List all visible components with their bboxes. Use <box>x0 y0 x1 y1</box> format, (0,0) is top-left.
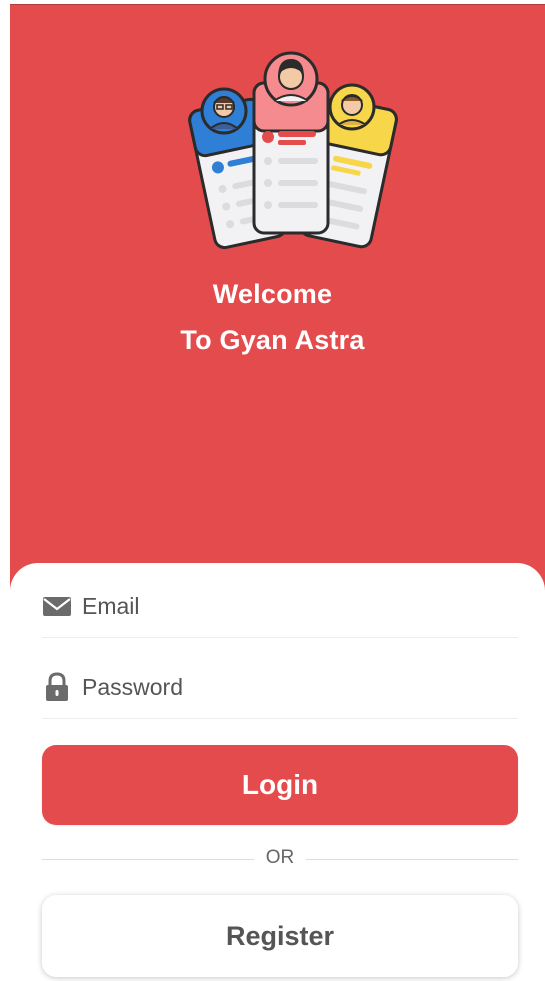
email-field <box>42 577 518 638</box>
register-button[interactable]: Register <box>42 895 518 977</box>
lock-icon <box>46 672 68 701</box>
divider-line-right <box>306 859 518 860</box>
login-screen: Welcome To Gyan Astra Login OR Register <box>0 0 545 981</box>
hero-banner: Welcome To Gyan Astra <box>10 4 545 605</box>
or-divider: OR <box>42 845 518 875</box>
login-button[interactable]: Login <box>42 745 518 825</box>
password-input[interactable] <box>82 668 502 706</box>
email-input[interactable] <box>82 587 502 625</box>
profile-cards-illustration <box>188 51 398 250</box>
welcome-subheading: To Gyan Astra <box>180 325 365 355</box>
welcome-heading: Welcome <box>212 279 333 309</box>
envelope-icon <box>43 597 71 616</box>
password-field <box>42 658 518 719</box>
or-label: OR <box>265 847 295 868</box>
